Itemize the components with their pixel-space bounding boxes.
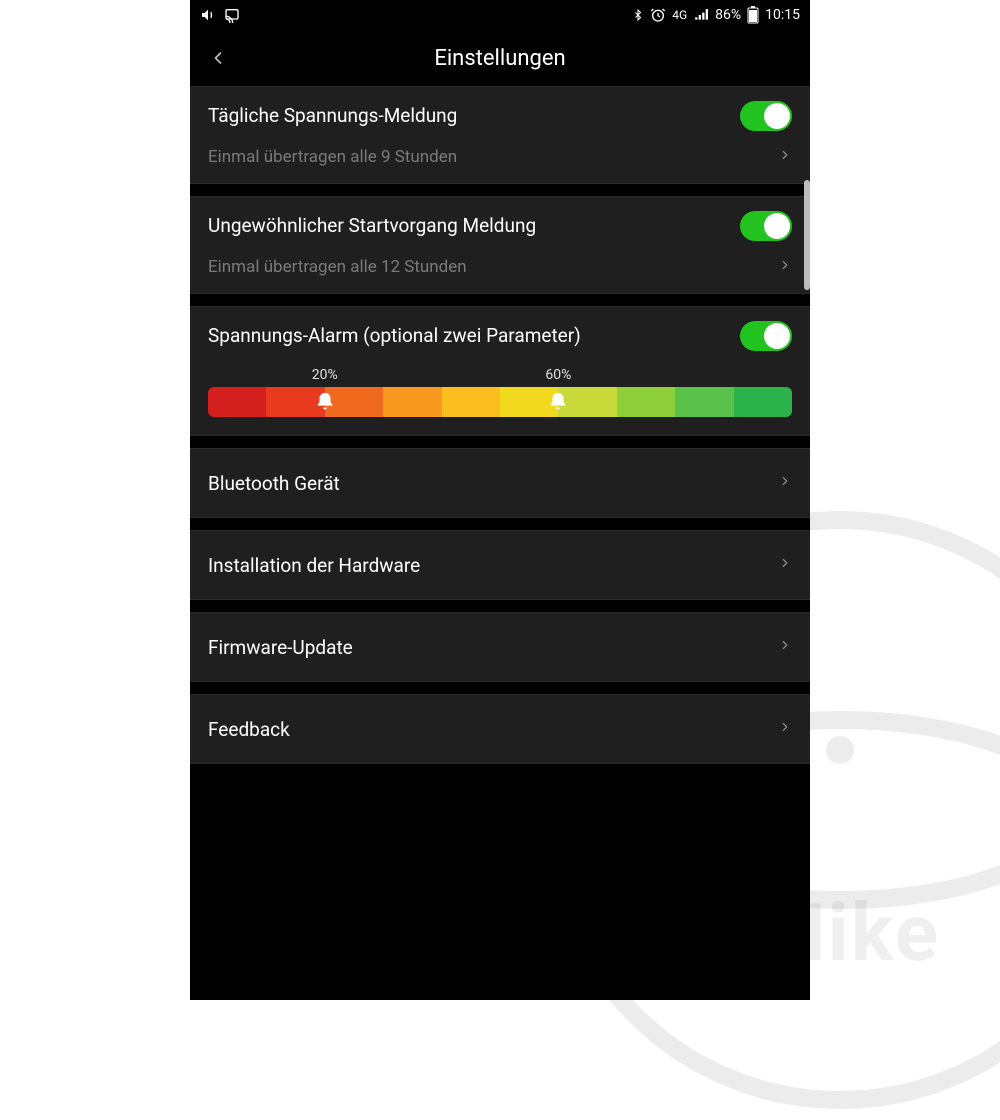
phone-frame: 4G 86% 10:15 Einstellungen Tägliche Span… <box>190 0 810 1000</box>
alarm-bell-high[interactable] <box>545 389 571 415</box>
alarm-label-low: 20% <box>312 367 338 383</box>
toggle-voltage-alarm[interactable] <box>740 321 792 351</box>
setting-voltage-alarm[interactable]: Spannungs-Alarm (optional zwei Parameter… <box>190 306 810 436</box>
item-feedback[interactable]: Feedback <box>190 694 810 764</box>
alarm-gradient-bar <box>208 387 792 417</box>
chevron-right-icon <box>778 635 792 659</box>
chevron-right-icon <box>778 553 792 577</box>
setting-daily-voltage[interactable]: Tägliche Spannungs-Meldung Einmal übertr… <box>190 86 810 184</box>
chevron-right-icon <box>778 145 792 169</box>
scroll-thumb[interactable] <box>804 180 810 290</box>
setting-title: Tägliche Spannungs-Meldung <box>208 104 469 129</box>
settings-list: Tägliche Spannungs-Meldung Einmal übertr… <box>190 86 810 764</box>
signal-icon <box>693 8 709 22</box>
chevron-left-icon <box>208 44 228 72</box>
back-button[interactable] <box>198 38 238 78</box>
chevron-right-icon <box>778 717 792 741</box>
setting-title: Spannungs-Alarm (optional zwei Parameter… <box>208 324 593 349</box>
battery-icon <box>747 6 759 24</box>
clock-time: 10:15 <box>765 7 800 23</box>
chevron-right-icon <box>778 471 792 495</box>
item-bluetooth-device[interactable]: Bluetooth Gerät <box>190 448 810 518</box>
item-hardware-installation[interactable]: Installation der Hardware <box>190 530 810 600</box>
item-label: Installation der Hardware <box>208 554 420 577</box>
battery-percent: 86% <box>715 7 741 23</box>
alarm-bell-low[interactable] <box>312 389 338 415</box>
setting-title: Ungewöhnlicher Startvorgang Meldung <box>208 214 548 239</box>
item-label: Feedback <box>208 718 290 741</box>
bell-icon <box>314 391 336 413</box>
alarm-icon <box>650 7 666 23</box>
item-label: Firmware-Update <box>208 636 353 659</box>
alarm-label-high: 60% <box>545 367 571 383</box>
setting-subtitle: Einmal übertragen alle 12 Stunden <box>208 257 467 277</box>
bluetooth-icon <box>632 7 644 23</box>
cast-icon <box>224 7 240 23</box>
bell-icon <box>547 391 569 413</box>
status-bar: 4G 86% 10:15 <box>190 0 810 30</box>
toggle-daily-voltage[interactable] <box>740 101 792 131</box>
screen-header: Einstellungen <box>190 30 810 86</box>
setting-subtitle: Einmal übertragen alle 9 Stunden <box>208 147 457 167</box>
setting-unusual-start[interactable]: Ungewöhnlicher Startvorgang Meldung Einm… <box>190 196 810 294</box>
page-title: Einstellungen <box>434 46 565 71</box>
chevron-right-icon <box>778 255 792 279</box>
item-firmware-update[interactable]: Firmware-Update <box>190 612 810 682</box>
item-label: Bluetooth Gerät <box>208 472 340 495</box>
network-label: 4G <box>672 8 687 22</box>
volume-icon <box>200 7 216 23</box>
voltage-alarm-slider[interactable]: 20% 60% <box>208 367 792 417</box>
toggle-unusual-start[interactable] <box>740 211 792 241</box>
